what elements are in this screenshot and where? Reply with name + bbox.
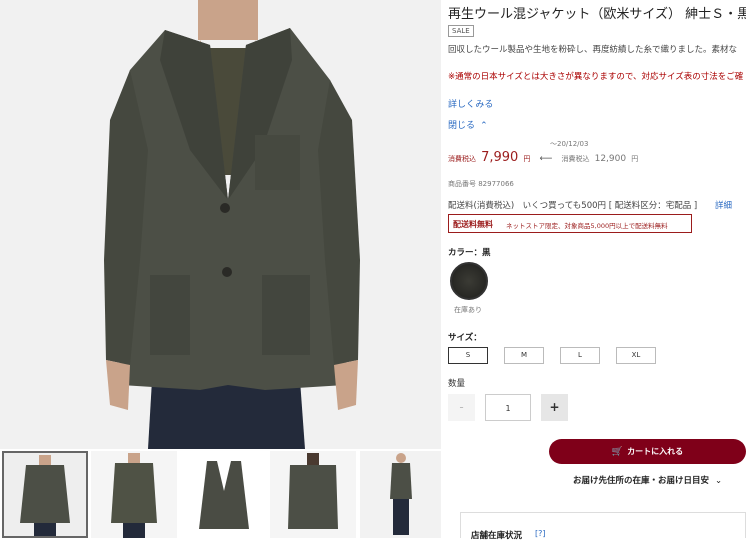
free-shipping-label: 配送料無料: [453, 220, 493, 229]
quantity-decrease-button[interactable]: -: [448, 394, 475, 421]
chevron-up-icon: ⌃: [480, 121, 488, 131]
price-row: 消費税込 7,990 円 ⟵ 消費税込 12,900 円: [448, 146, 638, 165]
size-option-m[interactable]: M: [504, 347, 544, 364]
shipping-info: 配送料(消費税込) いくつ買っても500円 [ 配送料区分：宅配品 ]: [448, 201, 698, 211]
store-stock-label: 店舗在庫状況: [471, 531, 523, 541]
color-stock-status: 在庫あり: [454, 306, 482, 314]
close-toggle[interactable]: 閉じる ⌃: [448, 113, 488, 132]
size-option-l[interactable]: L: [560, 347, 600, 364]
thumbnail-2[interactable]: [91, 451, 177, 538]
add-to-cart-label: カートに入れる: [627, 447, 684, 456]
close-link: 閉じる: [448, 121, 476, 131]
product-description: 回収したウール製品や生地を粉砕し、再度紡績した糸で織りました。素材な: [448, 45, 738, 55]
delivery-stock-link[interactable]: お届け先住所の在庫・お届け日目安 ⌄: [573, 474, 722, 486]
add-to-cart-button[interactable]: 🛒 カートに入れる: [549, 439, 746, 464]
cart-icon: 🛒: [611, 447, 624, 457]
original-price: 12,900: [594, 154, 627, 164]
thumbnail-5[interactable]: [360, 451, 441, 538]
read-more-link[interactable]: 詳しくみる: [448, 97, 493, 110]
original-price-unit: 円: [631, 155, 639, 163]
product-title: 再生ウール混ジャケット（欧米サイズ） 紳士Ｓ・黒: [448, 7, 746, 22]
original-tax-label: 消費税込: [561, 155, 590, 163]
store-stock-help-link[interactable]: [?]: [535, 529, 546, 538]
delivery-stock-label: お届け先住所の在庫・お届け日目安: [573, 476, 710, 486]
color-swatch-black[interactable]: [450, 262, 488, 300]
free-shipping-note: ネットストア限定、対象商品5,000円以上で配送料無料: [506, 222, 668, 230]
quantity-input[interactable]: 1: [485, 394, 531, 421]
size-option-xl[interactable]: XL: [616, 347, 656, 364]
thumbnail-4[interactable]: [270, 451, 356, 538]
thumbnail-3[interactable]: [181, 451, 267, 538]
quantity-label: 数量: [448, 379, 466, 389]
free-shipping-box: 配送料無料 ネットストア限定、対象商品5,000円以上で配送料無料: [448, 214, 692, 233]
main-product-image[interactable]: [0, 0, 441, 449]
sale-badge: SALE: [448, 25, 474, 37]
chevron-down-icon: ⌄: [714, 476, 723, 486]
size-label: サイズ：: [448, 333, 482, 343]
quantity-increase-button[interactable]: +: [541, 394, 568, 421]
color-label: カラー：黒: [448, 248, 491, 258]
store-stock-panel: 店舗在庫状況 [?]: [460, 512, 746, 541]
price-unit: 円: [523, 155, 531, 163]
arrow-left-icon: ⟵: [539, 154, 553, 164]
current-price: 7,990: [481, 150, 519, 165]
size-option-s[interactable]: S: [448, 347, 488, 364]
thumbnail-1[interactable]: [2, 451, 88, 538]
size-note: ※通常の日本サイズとは大きさが異なりますので、対応サイズ表の寸法をご確: [448, 72, 744, 82]
item-number: 商品番号 82977066: [448, 180, 514, 188]
price-tax-label: 消費税込: [448, 155, 476, 163]
shipping-detail-link[interactable]: 詳細: [715, 199, 732, 211]
